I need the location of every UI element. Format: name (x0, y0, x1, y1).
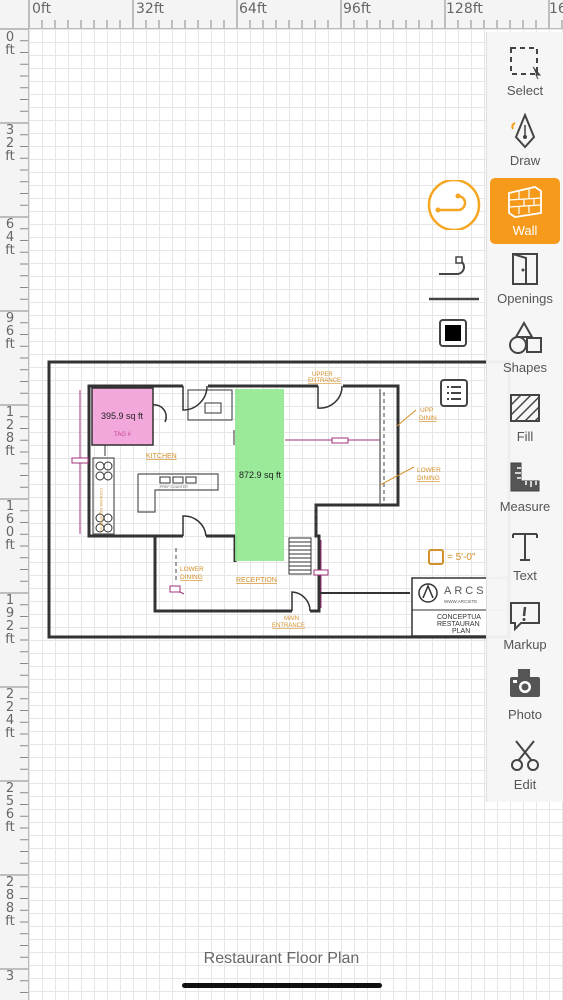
tool-openings[interactable]: Openings (487, 246, 563, 312)
left-ruler-label: 192ft (5, 593, 15, 647)
prep-counter-sinks (159, 402, 222, 484)
scale-text: = 5'-0" (447, 551, 476, 563)
left-ruler-label: 160ft (5, 499, 15, 553)
color-swatch-button[interactable] (438, 318, 468, 348)
main-entrance-label: MAIN (284, 616, 299, 622)
pen-icon (511, 113, 536, 149)
left-ruler-label: 96ft (5, 311, 15, 352)
text-t-icon (512, 533, 538, 561)
curve-wall-button[interactable] (426, 178, 482, 235)
tool-shapes[interactable]: Shapes (487, 315, 563, 381)
markup-icon (510, 602, 540, 632)
top-ruler-label: 64ft (239, 1, 267, 17)
tool-label: Wall (512, 223, 538, 238)
scale-square-icon (428, 549, 444, 565)
door-icon (512, 253, 538, 285)
pink-area-tag: TAG # (114, 432, 132, 438)
left-ruler-label: 64ft (5, 217, 15, 258)
title-block-line: RESTAURAN (437, 621, 480, 628)
curve-wall-icon (427, 178, 481, 232)
hatch-fill-icon (510, 394, 540, 422)
tool-markup[interactable]: Markup (487, 592, 563, 658)
tool-measure[interactable]: Measure (487, 454, 563, 520)
green-area-label: 872.9 sq ft (239, 470, 282, 480)
tool-photo[interactable]: Photo (487, 662, 563, 728)
left-ruler-label: 256ft (5, 781, 15, 835)
top-ruler-label: 0ft (32, 1, 52, 17)
tool-draw[interactable]: Draw (487, 108, 563, 174)
tool-label: Draw (509, 153, 541, 168)
left-ruler-label: 0ft (5, 30, 15, 58)
left-ruler-label: 128ft (5, 405, 15, 459)
pink-area-label: 395.9 sq ft (101, 411, 144, 421)
lower-dining-right-label: LOWER (417, 467, 441, 474)
tool-wall[interactable]: Wall (490, 178, 560, 244)
layers-list-button[interactable] (439, 378, 469, 413)
tool-label: Shapes (502, 360, 548, 375)
wall-endpoint-icon (429, 256, 479, 301)
title-block-url: WWW.ARCSITE (444, 599, 477, 604)
home-indicator[interactable] (182, 983, 382, 988)
tool-text[interactable]: Text (487, 523, 563, 589)
lower-dining-right-label: DINING (417, 475, 440, 482)
lower-dining-left-label: LOWER (180, 566, 204, 573)
tool-select[interactable]: Select (487, 38, 563, 104)
tool-label: Markup (503, 637, 547, 652)
tool-fill[interactable]: Fill (487, 384, 563, 450)
left-ruler: 0ft 32ft 64ft 96ft 128ft 160ft 192ft 224… (0, 0, 29, 1000)
left-ruler-label: 32ft (5, 123, 15, 164)
top-ruler: 0ft 32ft 64ft 96ft 128ft 16 (0, 0, 563, 29)
document-title[interactable]: Restaurant Floor Plan (0, 950, 563, 968)
title-block-line: CONCEPTUA (437, 614, 481, 621)
scale-indicator: = 5'-0" (427, 548, 476, 566)
ruler-corner (0, 0, 29, 29)
reception-label: RECEPTION (236, 577, 277, 584)
left-ruler-label: 224ft (5, 687, 15, 741)
ruler-icon (510, 462, 540, 492)
left-ruler-label: 288ft (5, 875, 15, 929)
lower-dining-left-label: DINING (180, 574, 203, 581)
color-swatch-icon (439, 319, 467, 347)
tool-label: Select (506, 83, 544, 98)
scissors-icon (511, 740, 539, 771)
wall-endpoint-button[interactable] (429, 254, 481, 309)
tool-label: Photo (508, 707, 542, 722)
main-entrance-label: ENTRANCE (272, 623, 305, 629)
title-block-logo: ARCS (444, 585, 487, 597)
upper-dining-label: DININ (419, 415, 437, 422)
select-icon (510, 47, 542, 79)
list-icon (440, 379, 468, 407)
kitchen-label: KITCHEN (146, 453, 177, 460)
top-ruler-label: 128ft (446, 1, 483, 17)
floor-plan-drawing[interactable]: ARCS WWW.ARCSITE CONCEPTUA RESTAURAN PLA… (0, 0, 563, 1000)
upper-dining-label: UPP (420, 407, 433, 414)
tool-label: Fill (516, 429, 534, 444)
tool-palette: Select Draw Wall Openings Shapes Fill Me… (486, 32, 563, 802)
title-block-line: PLAN (452, 628, 470, 635)
prep-counter-label: PREP COUNTER (160, 485, 188, 489)
tool-label: Edit (513, 777, 537, 792)
left-ruler-label: 3 (5, 969, 15, 984)
camera-icon (510, 669, 540, 697)
upper-entrance-label: ENTRANCE (308, 378, 341, 384)
equipment-label: COOKING EQUIPMENT (99, 488, 104, 532)
stairs (288, 537, 312, 575)
brick-wall-icon (508, 186, 542, 218)
tool-edit[interactable]: Edit (487, 732, 563, 798)
top-ruler-label: 16 (549, 1, 563, 17)
tool-label: Text (513, 568, 537, 583)
shapes-icon (509, 320, 542, 354)
tool-label: Openings (497, 291, 553, 306)
tool-label: Measure (499, 499, 551, 514)
top-ruler-label: 96ft (343, 1, 371, 17)
top-ruler-label: 32ft (136, 1, 164, 17)
